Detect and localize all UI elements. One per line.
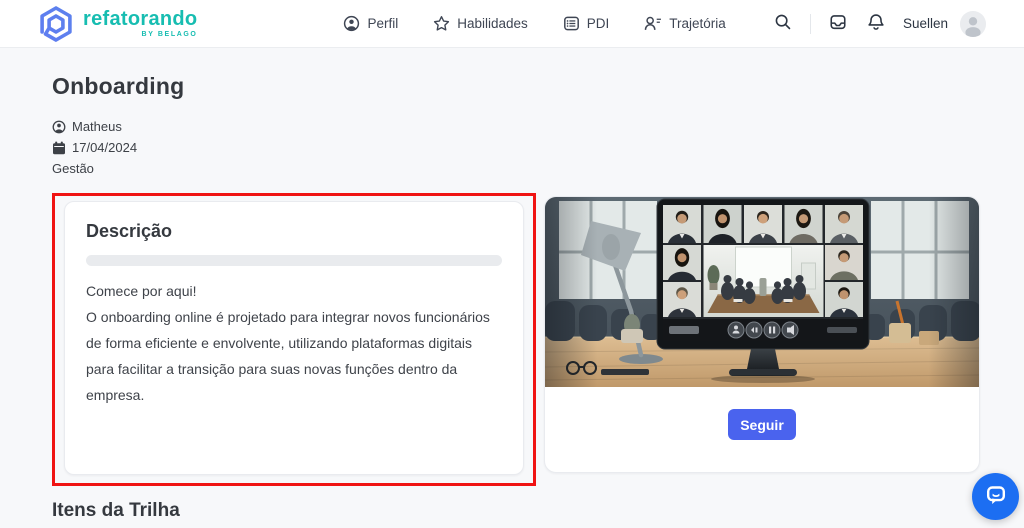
user-name: Suellen <box>903 16 948 31</box>
bell-icon <box>867 13 885 34</box>
top-navbar: refatorando BY BELAGO Perfil Habilidades… <box>0 0 1024 48</box>
user-menu[interactable]: Suellen <box>903 11 986 37</box>
nav-item-label: Trajetória <box>669 16 726 31</box>
nav-item-perfil[interactable]: Perfil <box>343 15 398 32</box>
nav-item-label: Perfil <box>367 16 398 31</box>
media-card: Seguir <box>544 196 980 473</box>
description-intro: Comece por aqui! <box>86 283 197 299</box>
notifications-button[interactable] <box>865 11 887 36</box>
video-conference-image <box>545 197 979 387</box>
description-progress-pill <box>86 255 502 266</box>
meta-date-label: 17/04/2024 <box>72 140 137 155</box>
description-card: Descrição Comece por aqui! O onboarding o… <box>64 201 524 475</box>
nav-divider <box>810 14 811 34</box>
brand-logo[interactable]: refatorando BY BELAGO <box>36 3 197 44</box>
list-box-icon <box>563 15 580 32</box>
star-icon <box>433 15 450 32</box>
cards-row: Descrição Comece por aqui! O onboarding o… <box>52 193 1024 486</box>
search-icon <box>774 13 792 34</box>
meta-owner-label: Matheus <box>72 119 122 134</box>
meta-date: 17/04/2024 <box>52 137 1024 158</box>
main-nav: Perfil Habilidades PDI Trajetória <box>343 15 725 32</box>
user-lines-icon <box>644 15 662 32</box>
trail-items-title: Itens da Trilha <box>52 500 1024 522</box>
page-title: Onboarding <box>52 73 1024 100</box>
brand-tagline: BY BELAGO <box>142 31 198 38</box>
description-title: Descrição <box>86 221 502 242</box>
description-text: Comece por aqui! O onboarding online é pr… <box>86 278 502 408</box>
description-body: O onboarding online é projetado para int… <box>86 309 490 403</box>
brand-logo-icon <box>36 3 76 44</box>
calendar-icon <box>52 141 66 155</box>
chat-icon <box>984 483 1008 510</box>
meta-category-label: Gestão <box>52 161 94 176</box>
main-content: Onboarding Matheus 17/04/2024 Gestão Des… <box>0 73 1024 522</box>
brand-name: refatorando <box>83 9 197 29</box>
inbox-button[interactable] <box>827 11 849 36</box>
user-circle-icon <box>343 15 360 32</box>
avatar <box>960 11 986 37</box>
follow-button[interactable]: Seguir <box>728 409 796 440</box>
nav-item-habilidades[interactable]: Habilidades <box>433 15 528 32</box>
inbox-icon <box>829 13 847 34</box>
nav-item-label: Habilidades <box>457 16 528 31</box>
chat-fab[interactable] <box>972 473 1019 520</box>
search-button[interactable] <box>772 11 794 36</box>
nav-item-label: PDI <box>587 16 610 31</box>
meta-owner: Matheus <box>52 116 1024 137</box>
nav-item-pdi[interactable]: PDI <box>563 15 610 32</box>
page-meta: Matheus 17/04/2024 Gestão <box>52 116 1024 179</box>
nav-item-trajetoria[interactable]: Trajetória <box>644 15 726 32</box>
nav-actions: Suellen <box>772 11 986 37</box>
media-actions: Seguir <box>545 387 979 472</box>
meta-category: Gestão <box>52 158 1024 179</box>
annotation-highlight-box: Descrição Comece por aqui! O onboarding o… <box>52 193 536 486</box>
user-circle-icon <box>52 120 66 134</box>
